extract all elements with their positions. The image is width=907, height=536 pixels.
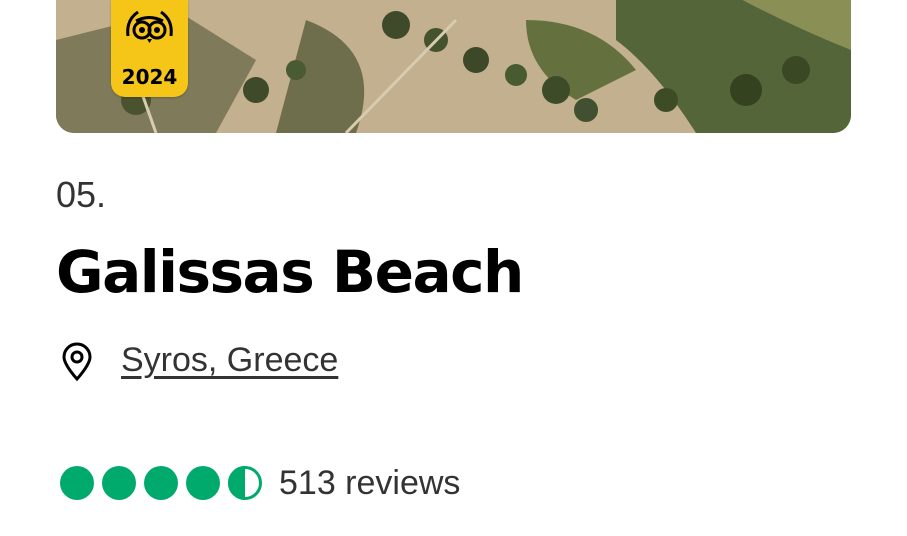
badge-year: 2024 [121, 65, 178, 89]
travelers-choice-badge: 2024 [111, 0, 188, 97]
location-link[interactable]: Syros, Greece [121, 341, 338, 380]
rating-bubble-full [102, 466, 136, 500]
rating-bubble-full [60, 466, 94, 500]
rating-bubbles [59, 465, 263, 501]
listing-title[interactable]: Galissas Beach [56, 243, 524, 301]
rating-bubble-full [186, 466, 220, 500]
rating-bubble-full [144, 466, 178, 500]
rank-number: 05. [56, 174, 107, 215]
rating-bubble-half [228, 466, 262, 500]
tripadvisor-owl-icon [126, 10, 173, 43]
map-pin-icon [62, 342, 92, 382]
reviews-count[interactable]: 513 reviews [279, 464, 460, 503]
